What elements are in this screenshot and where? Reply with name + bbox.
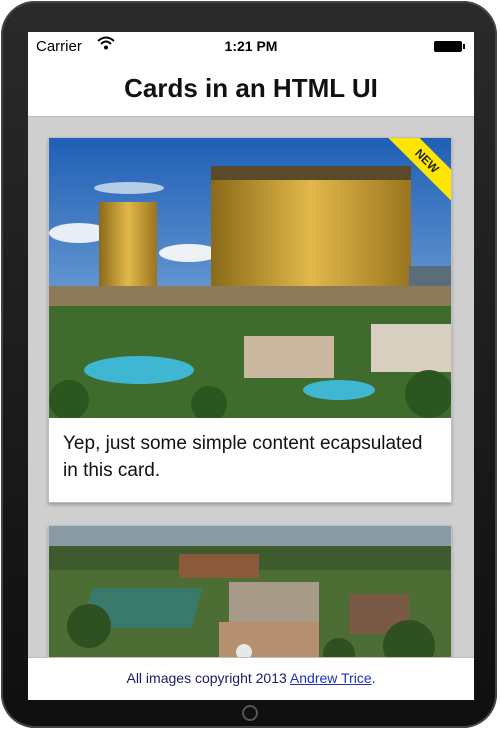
device-frame: Carrier 1:21 PM Cards in an HTML UI NEW … bbox=[1, 1, 497, 728]
las-vegas-hotel-image bbox=[49, 138, 451, 418]
status-bar: Carrier 1:21 PM bbox=[28, 32, 474, 60]
status-time: 1:21 PM bbox=[224, 38, 278, 54]
copyright-suffix: . bbox=[371, 670, 376, 686]
page-title: Cards in an HTML UI bbox=[124, 73, 378, 103]
campus-aerial-image bbox=[49, 526, 451, 657]
card-text: Yep, just some simple content ecapsulate… bbox=[63, 433, 423, 481]
copyright-text: All images copyright 2013 bbox=[126, 670, 290, 686]
author-link[interactable]: Andrew Trice bbox=[290, 670, 372, 686]
screen: Carrier 1:21 PM Cards in an HTML UI NEW … bbox=[28, 32, 474, 700]
card-campus[interactable] bbox=[48, 525, 452, 657]
footer: All images copyright 2013 Andrew Trice. bbox=[28, 657, 474, 700]
title-bar: Cards in an HTML UI bbox=[28, 60, 474, 117]
card-las-vegas[interactable]: NEW Yep, just some simple content ecapsu… bbox=[48, 137, 452, 503]
battery-icon bbox=[434, 41, 465, 52]
card-list[interactable]: NEW Yep, just some simple content ecapsu… bbox=[28, 117, 474, 657]
home-button[interactable] bbox=[242, 705, 258, 721]
